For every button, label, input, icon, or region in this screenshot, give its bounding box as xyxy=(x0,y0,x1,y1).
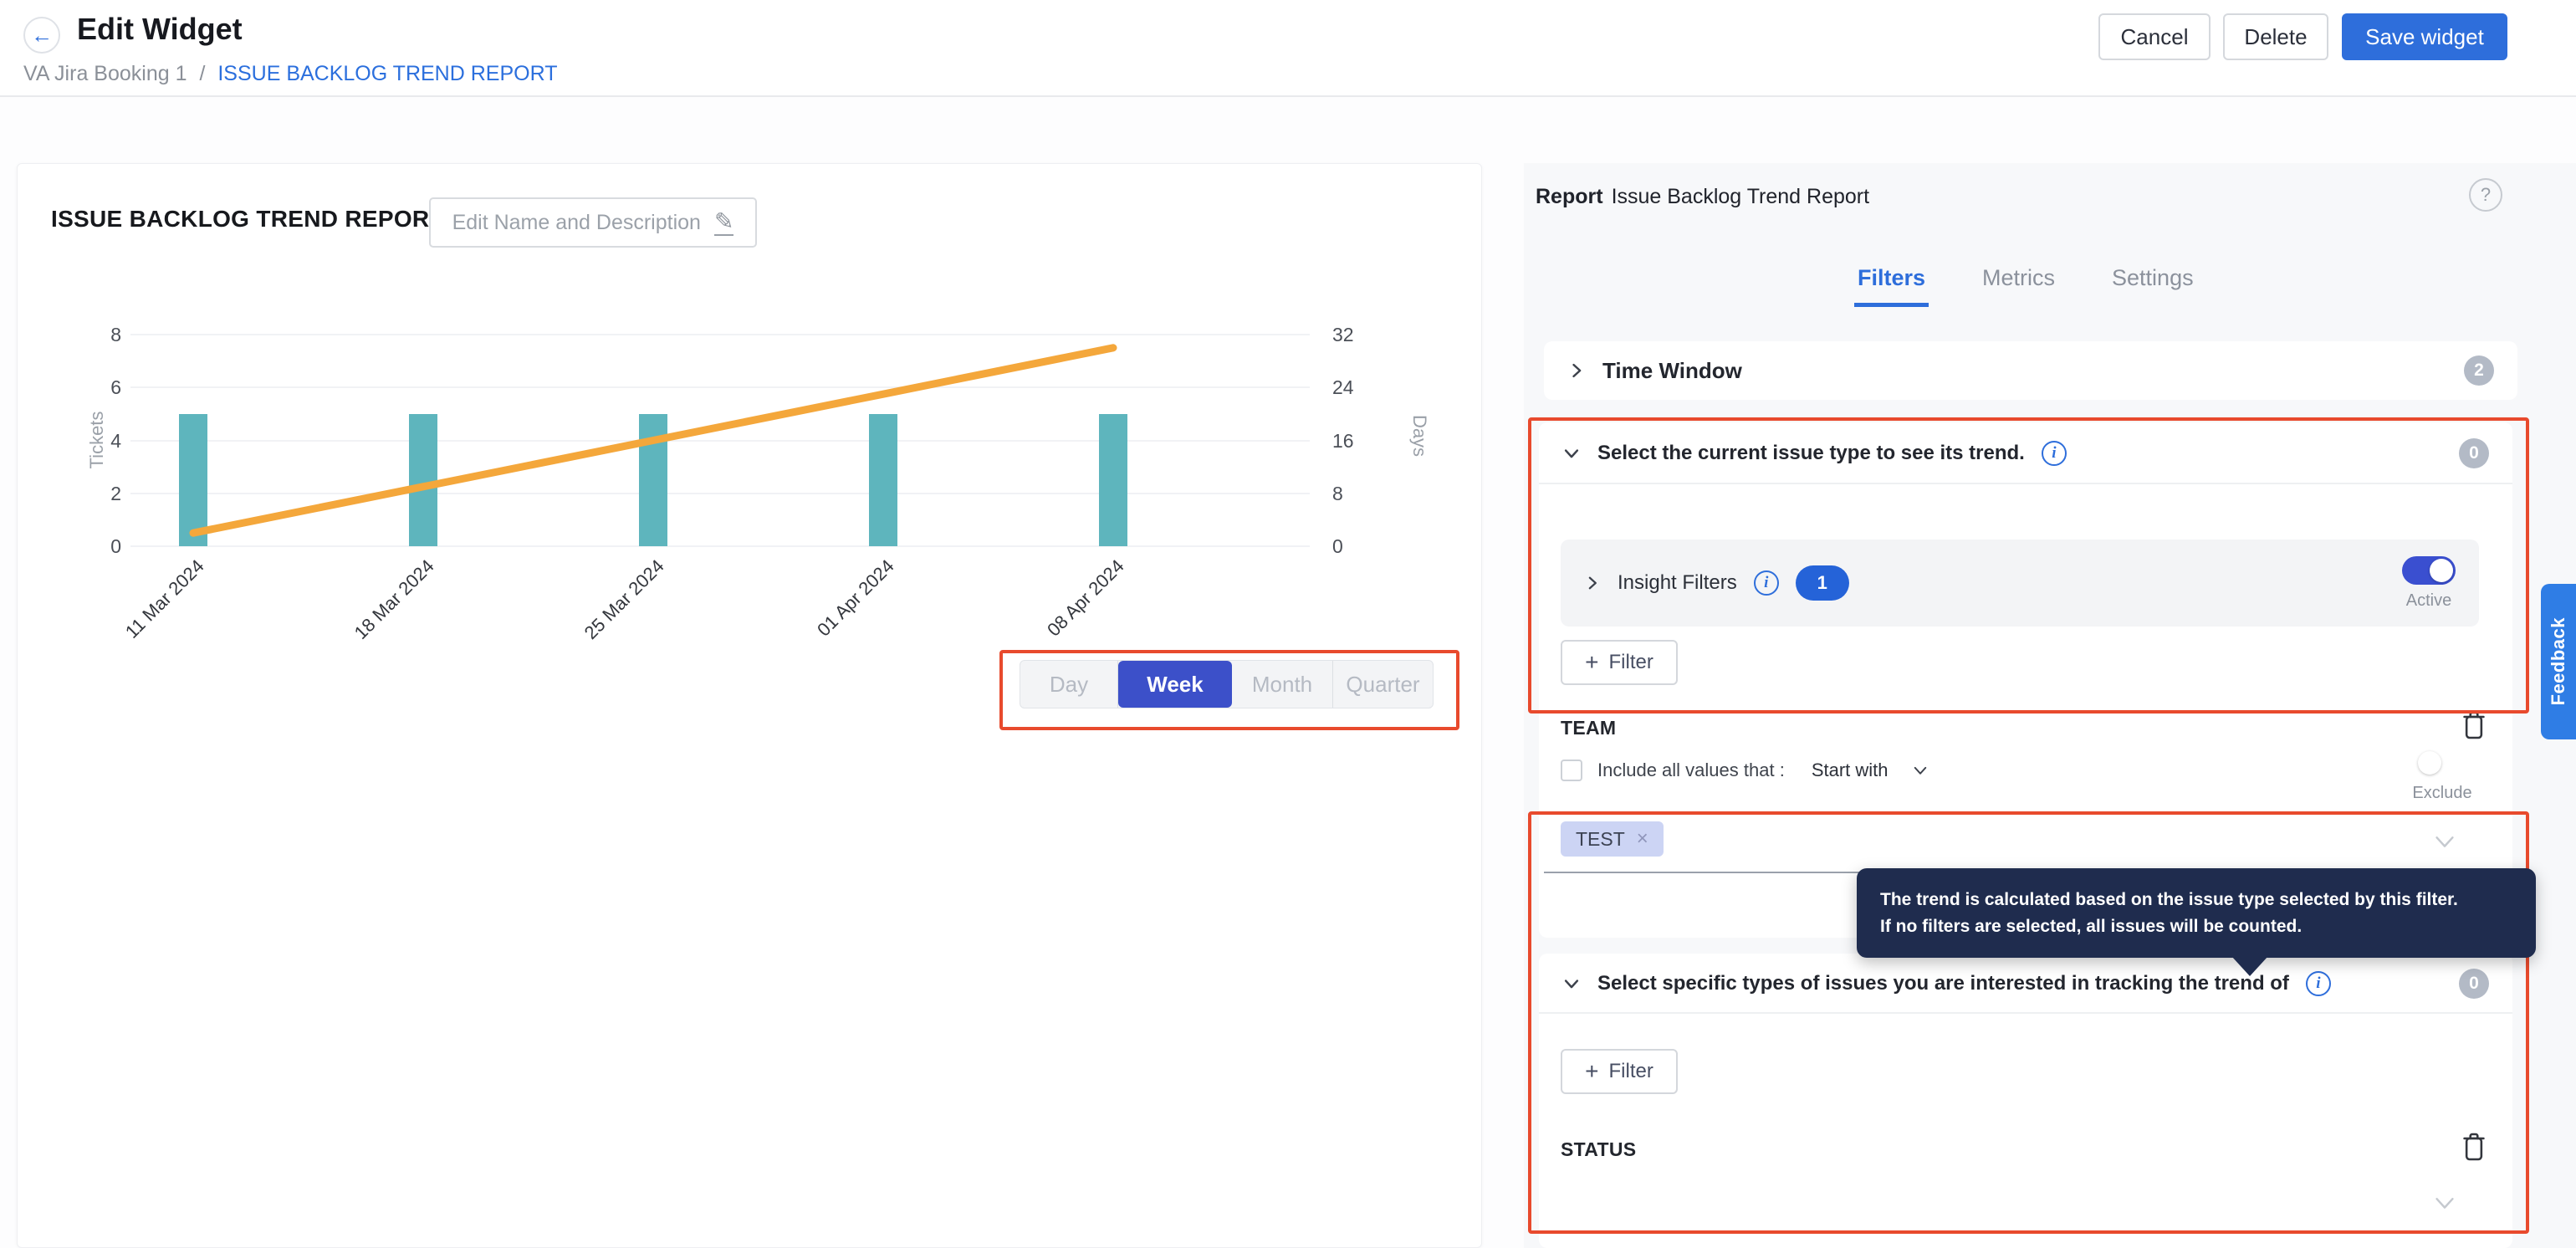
granularity-week-button[interactable]: Week xyxy=(1118,661,1232,708)
insight-filters-row[interactable]: Insight Filters i 1 Active xyxy=(1561,540,2479,627)
info-icon[interactable]: i xyxy=(1754,570,1779,596)
cancel-button[interactable]: Cancel xyxy=(2098,13,2211,60)
trash-icon[interactable] xyxy=(2459,1130,2489,1164)
add-filter-button[interactable]: + Filter xyxy=(1561,1049,1678,1094)
chevron-down-icon xyxy=(1562,974,1581,993)
feedback-tab[interactable]: Feedback xyxy=(2541,584,2576,739)
breadcrumb-current-link[interactable]: ISSUE BACKLOG TREND REPORT xyxy=(217,62,557,85)
chevron-down-icon[interactable] xyxy=(2432,829,2457,854)
current-issue-type-badge: 0 xyxy=(2459,438,2489,468)
specific-issue-types-header[interactable]: Select specific types of issues you are … xyxy=(1539,954,2512,1014)
back-button[interactable]: ← xyxy=(23,17,60,54)
active-toggle-group: Active xyxy=(2402,556,2456,611)
top-bar: ← Edit Widget VA Jira Booking 1 / ISSUE … xyxy=(0,0,2576,97)
specific-issue-types-badge: 0 xyxy=(2459,969,2489,999)
granularity-quarter-button[interactable]: Quarter xyxy=(1333,661,1433,708)
back-arrow-icon: ← xyxy=(31,23,53,49)
chip-label: TEST xyxy=(1576,828,1625,851)
chevron-down-icon[interactable] xyxy=(1912,762,1929,779)
save-widget-button[interactable]: Save widget xyxy=(2342,13,2507,60)
exclude-toggle-label: Exclude xyxy=(2400,784,2484,803)
toggle-knob xyxy=(2418,751,2441,775)
section-divider xyxy=(1539,1012,2512,1014)
report-settings-panel: Report Issue Backlog Trend Report ? Filte… xyxy=(1524,163,2576,1248)
trend-line xyxy=(18,164,1483,917)
plus-icon: + xyxy=(1585,1060,1598,1083)
include-all-checkbox[interactable] xyxy=(1561,760,1582,781)
report-label: Report xyxy=(1536,185,1603,208)
active-toggle-label: Active xyxy=(2406,591,2451,611)
report-header: Report Issue Backlog Trend Report xyxy=(1536,185,1869,209)
plus-icon: + xyxy=(1585,651,1598,674)
include-all-label: Include all values that : xyxy=(1597,760,1785,781)
insight-filters-label: Insight Filters xyxy=(1618,571,1737,595)
specific-issue-types-label: Select specific types of issues you are … xyxy=(1597,972,2289,995)
edit-widget-page: ← Edit Widget VA Jira Booking 1 / ISSUE … xyxy=(0,0,2576,1248)
include-values-row: Include all values that : Start with xyxy=(1561,754,1929,787)
filter-tooltip: The trend is calculated based on the iss… xyxy=(1857,868,2536,958)
chip-remove-icon[interactable]: × xyxy=(1637,827,1648,851)
team-field-label: TEAM xyxy=(1561,717,1616,739)
tooltip-line-2: If no filters are selected, all issues w… xyxy=(1880,913,2512,940)
section-divider xyxy=(1539,483,2512,484)
report-name: Issue Backlog Trend Report xyxy=(1612,185,1870,208)
delete-button[interactable]: Delete xyxy=(2223,13,2328,60)
feedback-label: Feedback xyxy=(2548,617,2569,706)
trash-icon[interactable] xyxy=(2459,708,2489,742)
breadcrumb-separator: / xyxy=(199,62,205,85)
time-window-section[interactable]: Time Window 2 xyxy=(1544,341,2517,400)
add-filter-label: Filter xyxy=(1609,651,1653,674)
chevron-down-icon xyxy=(1562,444,1581,463)
current-issue-type-header[interactable]: Select the current issue type to see its… xyxy=(1539,422,2512,484)
current-issue-type-card xyxy=(1539,422,2512,938)
active-toggle[interactable] xyxy=(2402,556,2456,585)
toggle-knob xyxy=(2430,559,2453,582)
tab-settings[interactable]: Settings xyxy=(2108,260,2197,307)
tab-filters[interactable]: Filters xyxy=(1854,260,1929,307)
widget-preview-card: ISSUE BACKLOG TREND REPORT Edit Name and… xyxy=(17,163,1482,1248)
chevron-down-icon[interactable] xyxy=(2432,1190,2457,1215)
granularity-month-button[interactable]: Month xyxy=(1232,661,1333,708)
chevron-right-icon xyxy=(1584,575,1601,591)
add-filter-label: Filter xyxy=(1609,1060,1653,1083)
info-icon[interactable]: i xyxy=(2306,971,2331,996)
trend-chart: 0246808162432TicketsDays11 Mar 202418 Ma… xyxy=(18,164,1483,917)
time-window-count-badge: 2 xyxy=(2464,355,2494,386)
granularity-day-button[interactable]: Day xyxy=(1020,661,1118,708)
status-field-label: STATUS xyxy=(1561,1138,1636,1161)
breadcrumb: VA Jira Booking 1 / ISSUE BACKLOG TREND … xyxy=(23,62,557,86)
page-title: Edit Widget xyxy=(77,12,243,47)
current-issue-type-label: Select the current issue type to see its… xyxy=(1597,442,2025,465)
tab-metrics[interactable]: Metrics xyxy=(1979,260,2058,307)
chevron-right-icon xyxy=(1567,361,1586,380)
time-window-label: Time Window xyxy=(1602,358,1742,384)
breadcrumb-parent: VA Jira Booking 1 xyxy=(23,62,187,85)
panel-tabs: Filters Metrics Settings xyxy=(1854,260,2197,307)
tooltip-line-1: The trend is calculated based on the iss… xyxy=(1880,887,2512,913)
operator-select[interactable]: Start with xyxy=(1812,760,1889,781)
help-icon[interactable]: ? xyxy=(2469,178,2502,212)
team-value-chip: TEST × xyxy=(1561,821,1664,857)
insight-filters-count-pill: 1 xyxy=(1796,565,1849,601)
info-icon[interactable]: i xyxy=(2042,441,2067,466)
add-filter-button[interactable]: + Filter xyxy=(1561,640,1678,685)
granularity-toggle: Day Week Month Quarter xyxy=(1020,660,1434,708)
